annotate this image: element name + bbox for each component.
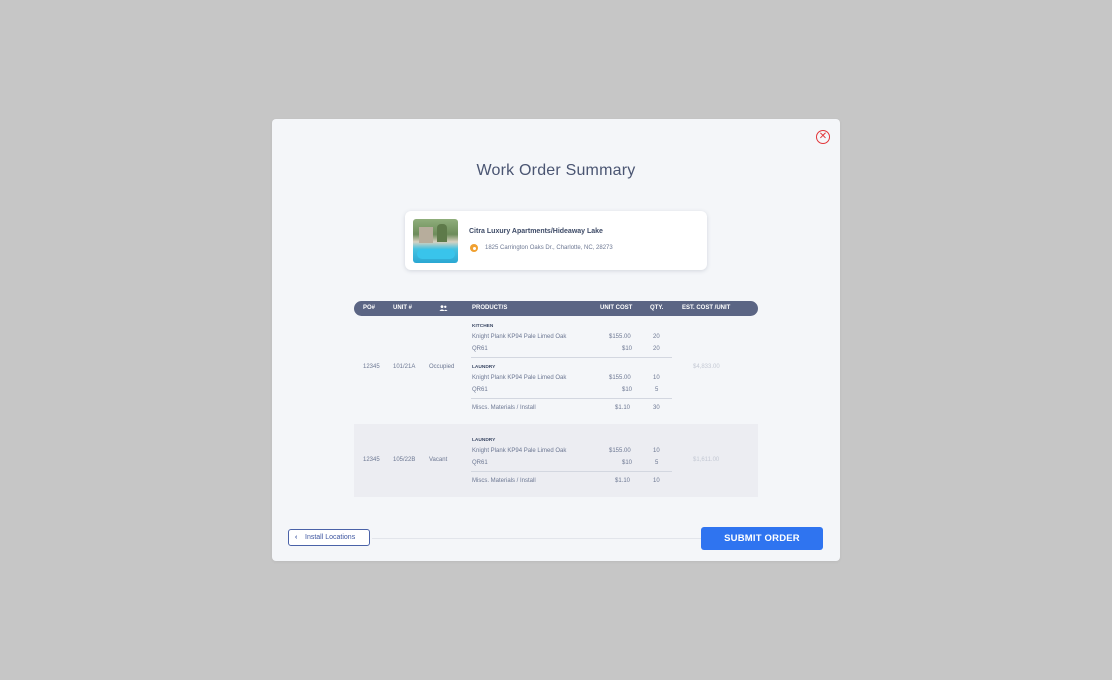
divider [471,471,672,472]
section-label: KITCHEN [472,324,494,329]
po-number: 12345 [363,457,380,463]
quantity: 10 [653,375,660,381]
unit-cost: $155.00 [609,448,631,454]
misc-product: Miscs. Materials / Install [472,405,536,411]
product-name: Knight Plank KP94 Pale Limed Oak [472,375,567,381]
unit-cost: $10 [622,460,633,466]
work-order-table: PO# UNIT # PRODUCT/S UNIT COST QTY. EST.… [354,301,758,497]
occupancy-status: Vacant [429,457,448,463]
unit-cost: $10 [622,346,633,352]
quantity: 20 [653,334,660,340]
product-name: Knight Plank KP94 Pale Limed Oak [472,334,567,340]
unit-cost: $10 [622,387,633,393]
header-unit-cost: UNIT COST [600,305,633,311]
unit-cost: $1.10 [615,405,631,411]
quantity: 5 [655,460,659,466]
location-pin-icon [470,244,478,252]
section-label: LAUNDRY [472,365,496,370]
unit-cost: $155.00 [609,375,631,381]
product-name: QR61 [472,460,488,466]
install-locations-label: Install Locations [305,534,356,541]
po-number: 12345 [363,364,380,370]
occupancy-status: Occupied [429,364,455,370]
property-name: Citra Luxury Apartments/Hideaway Lake [469,228,603,235]
property-address: 1825 Carrington Oaks Dr., Charlotte, NC,… [485,245,613,251]
header-qty: QTY. [650,305,664,311]
divider [471,398,672,399]
section-label: LAUNDRY [472,438,496,443]
table-row: 12345 101/21A Occupied KITCHEN Knight Pl… [354,316,758,424]
table-row: 12345 105/22B Vacant LAUNDRY Knight Plan… [354,424,758,497]
header-est-cost: EST. COST /UNIT [682,305,731,311]
install-locations-button[interactable]: ‹ Install Locations [288,529,370,546]
quantity: 10 [653,478,660,484]
product-name: Knight Plank KP94 Pale Limed Oak [472,448,567,454]
header-unit: UNIT # [393,305,413,311]
unit-number: 105/22B [393,457,416,463]
misc-product: Miscs. Materials / Install [472,478,536,484]
property-card: Citra Luxury Apartments/Hideaway Lake 18… [405,211,707,270]
submit-order-button[interactable]: SUBMIT ORDER [701,527,823,550]
work-order-summary-modal: ✕ Work Order Summary Citra Luxury Apartm… [272,119,840,561]
quantity: 5 [655,387,659,393]
users-icon [439,305,448,311]
unit-cost: $1.10 [615,478,631,484]
quantity: 30 [653,405,660,411]
footer-divider [372,538,701,539]
close-icon[interactable]: ✕ [816,130,830,144]
quantity: 10 [653,448,660,454]
table-header: PO# UNIT # PRODUCT/S UNIT COST QTY. EST.… [354,301,758,316]
chevron-left-icon: ‹ [295,534,298,541]
header-po: PO# [363,305,376,311]
header-products: PRODUCT/S [472,305,508,311]
est-cost: $1,611.00 [693,457,720,463]
page-title: Work Order Summary [476,162,636,179]
est-cost: $4,833.00 [693,364,720,370]
product-name: QR61 [472,387,488,393]
unit-cost: $155.00 [609,334,631,340]
property-photo [413,219,458,263]
unit-number: 101/21A [393,364,416,370]
divider [471,357,672,358]
quantity: 20 [653,346,660,352]
product-name: QR61 [472,346,488,352]
